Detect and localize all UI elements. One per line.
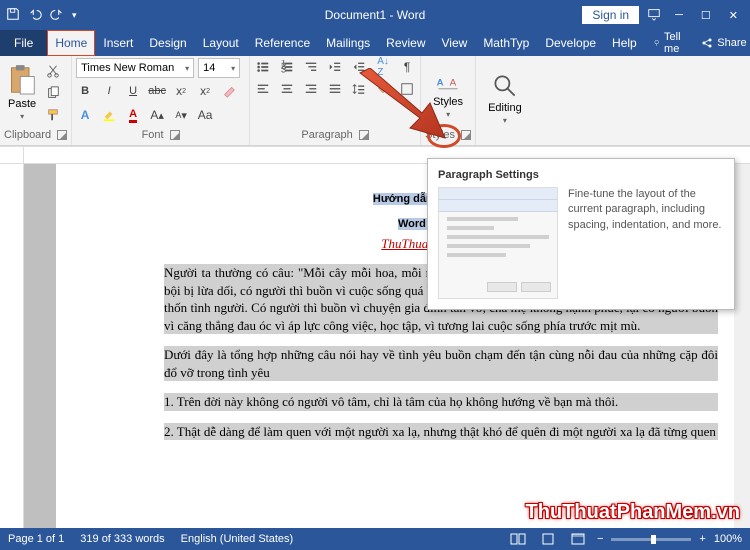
subscript-icon[interactable]: x2 (172, 82, 190, 100)
tooltip-thumbnail (438, 187, 558, 299)
copy-icon[interactable] (44, 84, 62, 102)
vertical-scrollbar[interactable] (734, 164, 750, 528)
multilevel-icon[interactable] (302, 58, 320, 76)
tab-view[interactable]: View (434, 30, 476, 56)
clear-format-icon[interactable] (220, 82, 238, 100)
align-left-icon[interactable] (254, 80, 272, 98)
tab-mathtype[interactable]: MathTyp (475, 30, 537, 56)
tell-me[interactable]: Tell me (645, 30, 694, 56)
sign-in-button[interactable]: Sign in (582, 6, 639, 24)
underline-icon[interactable]: U (124, 82, 142, 100)
bullets-icon[interactable] (254, 58, 272, 76)
editing-button[interactable]: Editing▾ (480, 72, 530, 125)
tooltip-body: Fine-tune the layout of the current para… (568, 187, 724, 299)
zoom-in-icon[interactable]: + (699, 533, 705, 545)
title-bar: ▾ Document1 - Word Sign in ─ ☐ ✕ (0, 0, 750, 30)
tab-insert[interactable]: Insert (95, 30, 141, 56)
arrow-annotation (350, 68, 460, 158)
decrease-indent-icon[interactable] (326, 58, 344, 76)
paragraph-label: Paragraph (301, 129, 352, 141)
grow-font-icon[interactable]: A▴ (148, 106, 166, 124)
web-layout-icon[interactable] (567, 532, 589, 546)
undo-icon[interactable] (28, 7, 42, 24)
tab-design[interactable]: Design (141, 30, 194, 56)
clipboard-label: Clipboard (4, 129, 51, 141)
italic-icon[interactable]: I (100, 82, 118, 100)
tab-file[interactable]: File (0, 30, 47, 56)
window-title: Document1 - Word (325, 8, 425, 22)
align-right-icon[interactable] (302, 80, 320, 98)
zoom-slider[interactable] (611, 538, 691, 541)
numbering-icon[interactable]: 123 (278, 58, 296, 76)
ribbon-options-icon[interactable] (647, 7, 661, 24)
tab-help[interactable]: Help (604, 30, 645, 56)
zoom-out-icon[interactable]: − (597, 533, 603, 545)
clipboard-launcher-icon[interactable] (57, 130, 67, 140)
ribbon-tabs: File Home Insert Design Layout Reference… (0, 30, 750, 56)
watermark: ThuThuatPhanMem.vn (526, 501, 740, 524)
paste-label: Paste (8, 98, 36, 110)
font-size-combo[interactable]: 14▾ (198, 58, 240, 78)
group-clipboard: Paste ▾ Clipboard (0, 56, 72, 145)
group-font: Times New Roman▾ 14▾ B I U abc x2 x2 A A… (72, 56, 250, 145)
highlight-icon[interactable] (100, 106, 118, 124)
change-case-icon[interactable]: Aa (196, 106, 214, 124)
shrink-font-icon[interactable]: A▾ (172, 106, 190, 124)
minimize-icon[interactable]: ─ (675, 9, 683, 22)
svg-text:3: 3 (281, 64, 286, 74)
strikethrough-icon[interactable]: abc (148, 82, 166, 100)
status-page[interactable]: Page 1 of 1 (8, 533, 64, 545)
zoom-level[interactable]: 100% (714, 533, 742, 545)
font-name-combo[interactable]: Times New Roman▾ (76, 58, 194, 78)
paragraph-settings-tooltip: Paragraph Settings Fine-tune the layout … (427, 158, 735, 310)
status-language[interactable]: English (United States) (181, 533, 294, 545)
styles-launcher-icon[interactable] (461, 130, 471, 140)
bold-icon[interactable]: B (76, 82, 94, 100)
font-launcher-icon[interactable] (170, 130, 180, 140)
tab-layout[interactable]: Layout (195, 30, 247, 56)
tab-developer[interactable]: Develope (537, 30, 604, 56)
superscript-icon[interactable]: x2 (196, 82, 214, 100)
cut-icon[interactable] (44, 62, 62, 80)
group-editing: Editing▾ (476, 56, 534, 145)
tooltip-title: Paragraph Settings (438, 169, 724, 181)
align-center-icon[interactable] (278, 80, 296, 98)
share-button[interactable]: Share (693, 30, 750, 56)
font-label: Font (142, 129, 164, 141)
qat-customize-icon[interactable]: ▾ (72, 10, 77, 21)
tab-review[interactable]: Review (378, 30, 433, 56)
print-layout-icon[interactable] (537, 532, 559, 546)
tab-home[interactable]: Home (47, 30, 95, 56)
doc-para-4[interactable]: 2. Thật dễ dàng để làm quen với một ngườ… (164, 423, 718, 441)
vertical-ruler[interactable] (0, 164, 24, 528)
format-painter-icon[interactable] (44, 106, 62, 124)
quick-access-toolbar: ▾ (6, 7, 77, 24)
tab-references[interactable]: Reference (247, 30, 318, 56)
text-effects-icon[interactable]: A (76, 106, 94, 124)
font-color-icon[interactable]: A (124, 106, 142, 124)
read-mode-icon[interactable] (507, 532, 529, 546)
tab-mailings[interactable]: Mailings (318, 30, 378, 56)
save-icon[interactable] (6, 7, 20, 24)
maximize-icon[interactable]: ☐ (701, 9, 711, 22)
justify-icon[interactable] (326, 80, 344, 98)
redo-icon[interactable] (50, 7, 64, 24)
status-words[interactable]: 319 of 333 words (80, 533, 164, 545)
doc-para-3[interactable]: 1. Trên đời này không có người vô tâm, c… (164, 393, 718, 411)
doc-para-2[interactable]: Dưới đây là tổng hợp những câu nói hay v… (164, 346, 718, 381)
close-icon[interactable]: ✕ (729, 9, 738, 22)
paste-button[interactable]: Paste ▾ (4, 64, 40, 121)
status-bar: Page 1 of 1 319 of 333 words English (Un… (0, 528, 750, 550)
